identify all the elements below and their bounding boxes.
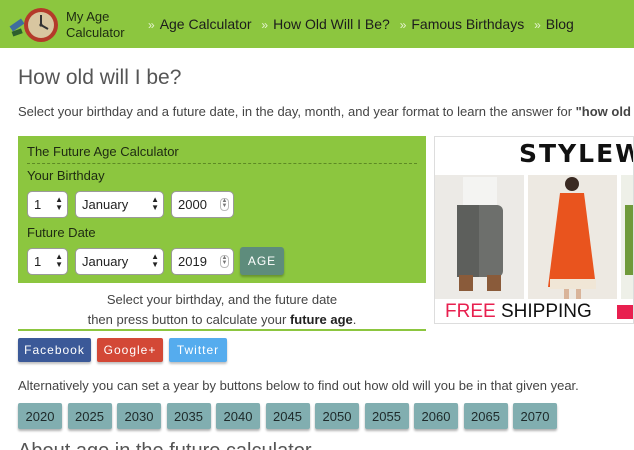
future-day-value: 1 xyxy=(34,254,42,269)
hint-line2: then press button to calculate your futu… xyxy=(18,310,426,330)
select-arrows-icon: ▲ ▼ xyxy=(151,195,159,212)
future-year-input[interactable]: 2019 ▲ ▼ xyxy=(171,248,234,275)
alternative-text: Alternatively you can set a year by butt… xyxy=(18,378,579,393)
birthday-label: Your Birthday xyxy=(27,168,105,183)
nav-how-old-will-i-be[interactable]: How Old Will I Be? xyxy=(273,16,390,32)
year-button-2070[interactable]: 2070 xyxy=(513,403,557,429)
logo-text-line1: My Age xyxy=(66,9,110,24)
birthday-year-value: 2000 xyxy=(178,197,207,212)
ad-tag xyxy=(617,305,633,319)
future-age-calculator: The Future Age Calculator Your Birthday … xyxy=(18,136,426,283)
divider xyxy=(18,329,426,331)
select-arrows-icon: ▲ ▼ xyxy=(55,252,63,269)
ad-free-shipping: FREE SHIPPING xyxy=(445,301,592,323)
clock-logo-icon[interactable] xyxy=(8,4,64,44)
nav-separator: » xyxy=(148,18,155,32)
birthday-year-input[interactable]: 2000 ▲ ▼ xyxy=(171,191,234,218)
nav-famous-birthdays[interactable]: Famous Birthdays xyxy=(411,16,524,32)
section-title: About age in the future calculator xyxy=(18,440,312,450)
main-nav: » Age Calculator » How Old Will I Be? » Fam… xyxy=(148,16,580,32)
ad-shipping-text: SHIPPING xyxy=(500,301,592,322)
select-arrows-icon: ▲ ▼ xyxy=(55,195,63,212)
google-plus-share-button[interactable]: Google+ xyxy=(97,338,163,362)
hint-line2-bold: future age xyxy=(289,312,353,327)
ad-model-image-2 xyxy=(528,175,617,299)
ad-model-image-3 xyxy=(621,175,633,299)
spinner-icon[interactable]: ▲ ▼ xyxy=(220,255,229,268)
year-button-2045[interactable]: 2045 xyxy=(265,403,310,429)
year-button-2050[interactable]: 2050 xyxy=(315,403,359,429)
birthday-month-select[interactable]: January ▲ ▼ xyxy=(75,191,164,218)
year-button-2040[interactable]: 2040 xyxy=(216,403,260,429)
year-button-2035[interactable]: 2035 xyxy=(166,403,211,429)
logo-text[interactable]: My Age Calculator xyxy=(66,9,125,41)
future-day-select[interactable]: 1 ▲ ▼ xyxy=(27,248,68,275)
logo-text-line2: Calculator xyxy=(66,25,125,40)
future-month-select[interactable]: January ▲ ▼ xyxy=(75,248,164,275)
nav-blog[interactable]: Blog xyxy=(546,16,574,32)
year-button-2030[interactable]: 2030 xyxy=(117,403,161,429)
intro-text: Select your birthday and a future date, … xyxy=(18,104,631,119)
year-button-2060[interactable]: 2060 xyxy=(414,403,458,429)
facebook-share-button[interactable]: Facebook xyxy=(18,338,91,362)
select-arrows-icon: ▲ ▼ xyxy=(151,252,159,269)
hint-line1: Select your birthday, and the future dat… xyxy=(106,292,338,307)
nav-separator: » xyxy=(534,18,541,32)
future-month-value: January xyxy=(82,254,129,269)
birthday-day-select[interactable]: 1 ▲ ▼ xyxy=(27,191,68,218)
site-header: My Age Calculator » Age Calculator » How O… xyxy=(0,0,634,48)
year-button-2020[interactable]: 2020 xyxy=(18,403,62,429)
birthday-day-value: 1 xyxy=(34,197,42,212)
birthday-month-value: January xyxy=(82,197,129,212)
nav-separator: » xyxy=(261,18,269,32)
twitter-share-button[interactable]: Twitter xyxy=(169,338,227,362)
future-date-label: Future Date xyxy=(27,225,96,240)
nav-separator: » xyxy=(399,18,407,32)
nav-age-calculator[interactable]: Age Calculator xyxy=(160,16,252,32)
hint-line2-end: . xyxy=(352,312,357,327)
calculator-hint: Select your birthday, and the future dat… xyxy=(18,290,426,330)
ad-banner[interactable]: STYLEWE FREE SHIPPING xyxy=(434,136,634,324)
page-title: How old will I be? xyxy=(18,66,182,89)
ad-model-image-1 xyxy=(435,175,524,299)
future-year-value: 2019 xyxy=(178,254,207,269)
intro-text-main: Select your birthday and a future date, … xyxy=(18,104,576,119)
ad-brand-logo: STYLEWE xyxy=(519,139,633,168)
spinner-icon[interactable]: ▲ ▼ xyxy=(220,198,229,211)
year-button-2055[interactable]: 2055 xyxy=(364,403,409,429)
year-button-2025[interactable]: 2025 xyxy=(67,403,112,429)
age-button[interactable]: AGE xyxy=(240,247,284,275)
ad-free-text: FREE xyxy=(445,301,496,322)
calculator-title: The Future Age Calculator xyxy=(27,144,417,164)
intro-text-bold: "how old xyxy=(575,104,631,119)
hint-line2-text: then press button to calculate your xyxy=(87,312,290,327)
year-button-2065[interactable]: 2065 xyxy=(463,403,508,429)
